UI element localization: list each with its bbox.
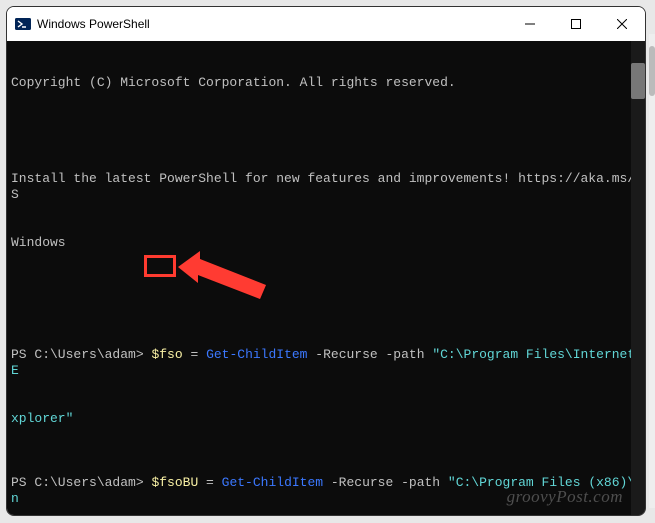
window-controls <box>507 7 645 41</box>
background-scrollbar <box>649 34 655 508</box>
powershell-window: Windows PowerShell Copyright (C) Microso… <box>6 6 646 516</box>
command-line-1: PS C:\Users\adam> $fso = Get-ChildItem -… <box>11 347 643 379</box>
scrollbar-thumb[interactable] <box>631 63 645 99</box>
console-area[interactable]: Copyright (C) Microsoft Corporation. All… <box>7 41 645 515</box>
close-button[interactable] <box>599 7 645 41</box>
window-title: Windows PowerShell <box>37 17 507 31</box>
powershell-icon <box>15 16 31 32</box>
install-message-2: Windows <box>11 235 643 251</box>
copyright-text: Copyright (C) Microsoft Corporation. All… <box>11 75 643 91</box>
install-message-1: Install the latest PowerShell for new fe… <box>11 171 643 203</box>
background-scrollbar-thumb <box>649 46 655 96</box>
console-scrollbar[interactable] <box>631 41 645 515</box>
maximize-button[interactable] <box>553 7 599 41</box>
watermark-text: groovyPost.com <box>507 489 623 505</box>
command-line-1-wrap: xplorer" <box>11 411 643 427</box>
minimize-button[interactable] <box>507 7 553 41</box>
title-bar[interactable]: Windows PowerShell <box>7 7 645 41</box>
